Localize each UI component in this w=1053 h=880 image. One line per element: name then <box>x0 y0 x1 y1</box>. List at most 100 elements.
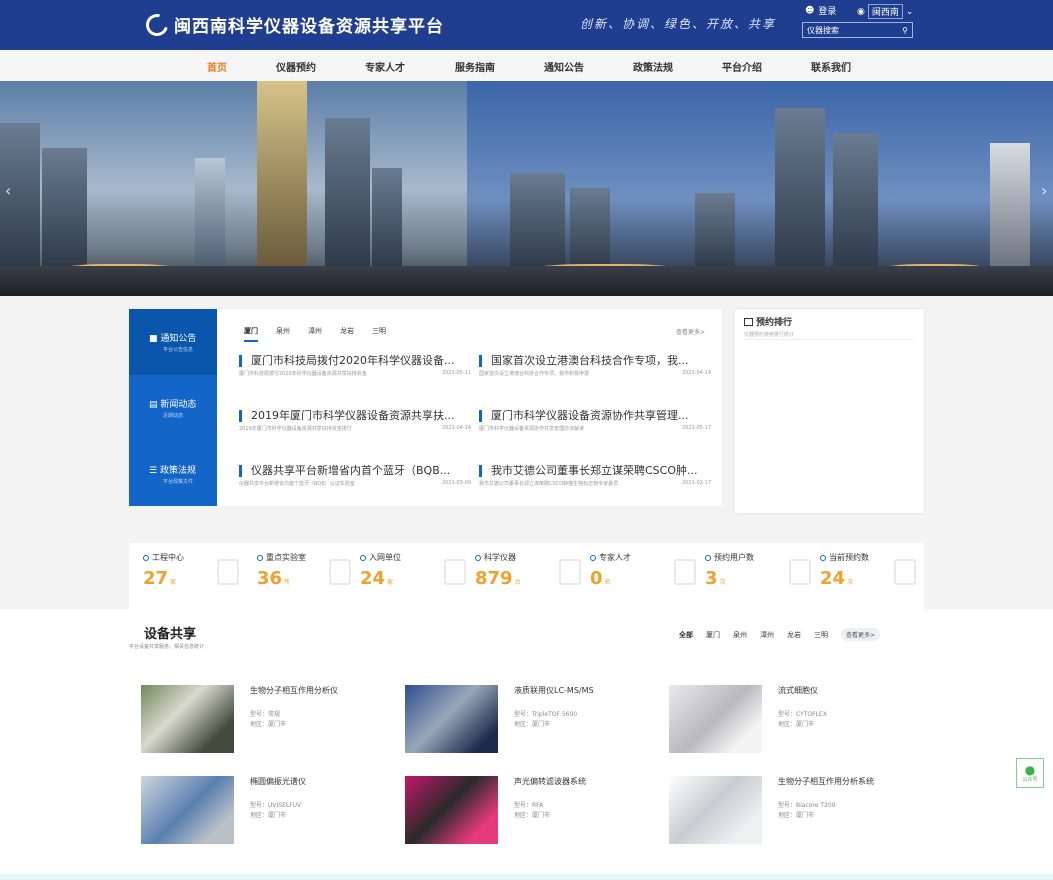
city-tab-longyan[interactable]: 龙岩 <box>340 326 354 342</box>
banner-prev-icon[interactable]: ‹ <box>5 181 11 200</box>
search-input[interactable]: 仪器搜索 ⚲ <box>802 22 913 38</box>
side-tab-notices[interactable]: ■ 通知公告 平台公告信息 <box>129 309 223 375</box>
city-tab-sanming[interactable]: 三明 <box>372 326 386 342</box>
equipment-model: 型号：TripleTOF 5600 <box>514 711 578 718</box>
wechat-icon: ● <box>1024 762 1036 777</box>
layers-icon: ☰ <box>149 466 158 476</box>
flask-icon <box>217 559 239 585</box>
news-date: 2021-04-14 <box>681 370 711 376</box>
news-date: 2021-05-11 <box>441 370 471 376</box>
eq-tab-quanzhou[interactable]: 泉州 <box>733 630 747 640</box>
dot-icon <box>143 554 149 561</box>
equipment-card[interactable]: 生物分子相互作用分析仪 型号：常规 地区：厦门市 <box>141 685 381 755</box>
news-item[interactable]: 厦门市科技局拨付2020年科学仪器设备... 厦门市科技局拨付2020年科学仪器… <box>239 355 471 377</box>
login-link[interactable]: ☻ 登录 <box>805 4 837 18</box>
eq-tab-sanming[interactable]: 三明 <box>814 630 828 640</box>
top-header: 闽西南科学仪器设备资源共享平台 创新、协调、绿色、开放、共享 ☻ 登录 ◉ 闽西… <box>0 0 1053 50</box>
equipment-area: 地区：厦门市 <box>250 812 287 819</box>
news-title: 厦门市科技局拨付2020年科学仪器设备... <box>239 355 471 367</box>
equipment-card[interactable]: 液质联用仪LC-MS/MS 型号：TripleTOF 5600 地区：厦门市 <box>405 685 645 755</box>
stat-unit: 家 <box>170 579 177 586</box>
main-nav: 首页 仪器预约 专家人才 服务指南 通知公告 政策法规 平台介绍 联系我们 <box>0 50 1053 81</box>
equipment-card[interactable]: 流式细胞仪 型号：CYTOFLEX 地区：厦门市 <box>669 685 909 755</box>
stat-engineering-centers: 工程中心 27 家 <box>143 552 184 589</box>
news-item[interactable]: 国家首次设立港澳台科技合作专项，我... 国家首次设立港澳台科技合作专项，我市积… <box>479 355 711 377</box>
equipment-card[interactable]: 椭圆偏振光谱仪 型号：UVISELFUV 地区：厦门市 <box>141 776 381 846</box>
nav-home[interactable]: 首页 <box>207 59 227 74</box>
equipment-model: 型号：Biacore T200 <box>778 802 836 809</box>
news-item[interactable]: 2019年厦门市科学仪器设备资源共享扶... 2019年厦门市科学仪器设备资源共… <box>239 410 471 432</box>
news-desc: 我市艾德公司董事长郑立谋荣聘CSCO肿瘤生物标志物专家委员 <box>479 481 619 487</box>
equipment-name: 生物分子相互作用分析系统 <box>778 777 874 786</box>
site-logo[interactable]: 闽西南科学仪器设备资源共享平台 <box>141 9 444 40</box>
news-item[interactable]: 仪器共享平台新增省内首个蓝牙（BQB... 仪器共享平台新增省内首个蓝牙（BQB… <box>239 465 471 487</box>
equipment-name: 液质联用仪LC-MS/MS <box>514 686 594 695</box>
equipment-area: 地区：厦门市 <box>778 812 815 819</box>
news-item[interactable]: 厦门市科学仪器设备资源协作共享管理... 厦门市科学仪器设备资源协作共享管理办法… <box>479 410 711 432</box>
news-date: 2021-05-17 <box>681 425 711 431</box>
stat-experts: 专家人才 0名 <box>590 552 631 589</box>
city-tab-xiamen[interactable]: 厦门 <box>244 326 258 342</box>
city-tab-quanzhou[interactable]: 泉州 <box>276 326 290 342</box>
nav-about[interactable]: 平台介绍 <box>722 59 762 74</box>
side-tab-sub: 平台政策文件 <box>163 479 194 485</box>
stats-bar: 工程中心 27 家 重点实验室 36 所 入网单位 24 家 科学仪器 879 台 专家… <box>129 543 924 609</box>
city-tabs: 厦门 泉州 漳州 龙岩 三明 <box>244 326 386 342</box>
footer-strip <box>0 874 1053 880</box>
equipment-image <box>405 776 498 844</box>
dot-icon <box>257 554 263 561</box>
equipment-image <box>405 685 498 753</box>
equipment-card[interactable]: 生物分子相互作用分析系统 型号：Biacore T200 地区：厦门市 <box>669 776 909 846</box>
stat-value: 36 <box>257 568 283 589</box>
section-title: 设备共享 <box>144 627 197 642</box>
nav-service-guide[interactable]: 服务指南 <box>455 59 495 74</box>
tag-icon <box>789 559 811 585</box>
side-tab-news[interactable]: ▤ 新闻动态 近期动态 <box>129 375 217 441</box>
nav-notices[interactable]: 通知公告 <box>544 59 584 74</box>
news-item[interactable]: 我市艾德公司董事长郑立谋荣聘CSCO肿... 我市艾德公司董事长郑立谋荣聘CSC… <box>479 465 711 487</box>
side-tab-label: 政策法规 <box>159 466 196 476</box>
stat-unit: 台 <box>514 579 521 586</box>
eq-tab-xiamen[interactable]: 厦门 <box>706 630 720 640</box>
logo-icon <box>141 9 173 40</box>
info-side-tabs: ■ 通知公告 平台公告信息 ▤ 新闻动态 近期动态 ☰ 政策法规 平台政策文件 <box>129 309 223 507</box>
nav-instrument-booking[interactable]: 仪器预约 <box>276 59 316 74</box>
login-label: 登录 <box>818 7 837 17</box>
side-tab-policies[interactable]: ☰ 政策法规 平台政策文件 <box>129 441 217 507</box>
user-icon: ☻ <box>805 5 815 16</box>
stat-unit: 家 <box>387 579 394 586</box>
stat-label: 工程中心 <box>152 553 184 562</box>
equipment-model: 型号：RFA <box>514 802 544 809</box>
calendar-icon <box>894 559 916 585</box>
monitor-icon <box>559 559 581 585</box>
equipment-card[interactable]: 声光偏转滤波器系统 型号：RFA 地区：厦门市 <box>405 776 645 846</box>
region-selector[interactable]: ◉ 闽西南 ⌄ <box>857 4 913 19</box>
flask-icon <box>444 559 466 585</box>
side-tab-sub: 平台公告信息 <box>163 347 194 353</box>
eq-tab-zhangzhou[interactable]: 漳州 <box>760 630 774 640</box>
stat-label: 预约用户数 <box>714 553 754 562</box>
banner-next-icon[interactable]: › <box>1041 181 1047 200</box>
equipment-more-button[interactable]: 查看更多> <box>841 628 881 641</box>
news-date: 2021-04-14 <box>441 425 471 431</box>
wechat-float-button[interactable]: ● 公众号 <box>1016 758 1044 788</box>
nav-contact[interactable]: 联系我们 <box>811 59 851 74</box>
equipment-region-tabs: 全部 厦门 泉州 漳州 龙岩 三明 查看更多> <box>679 628 881 641</box>
nav-policies[interactable]: 政策法规 <box>633 59 673 74</box>
search-icon[interactable]: ⚲ <box>902 26 908 35</box>
eq-tab-all[interactable]: 全部 <box>679 630 693 640</box>
chart-icon <box>744 317 753 326</box>
equipment-name: 生物分子相互作用分析仪 <box>250 686 338 695</box>
stat-value: 24 <box>360 568 386 589</box>
news-desc: 国家首次设立港澳台科技合作专项，我市积极申报 <box>479 371 590 377</box>
eq-tab-longyan[interactable]: 龙岩 <box>787 630 801 640</box>
banner-carousel[interactable]: ‹ › <box>0 81 1053 296</box>
stat-value: 879 <box>475 568 513 589</box>
notice-more-link[interactable]: 查看更多> <box>676 327 705 336</box>
stat-key-labs: 重点实验室 36 所 <box>257 552 306 589</box>
equipment-area: 地区：厦门市 <box>514 812 551 819</box>
city-tab-zhangzhou[interactable]: 漳州 <box>308 326 322 342</box>
flask-icon <box>329 559 351 585</box>
dot-icon <box>590 554 596 561</box>
nav-experts[interactable]: 专家人才 <box>365 59 405 74</box>
